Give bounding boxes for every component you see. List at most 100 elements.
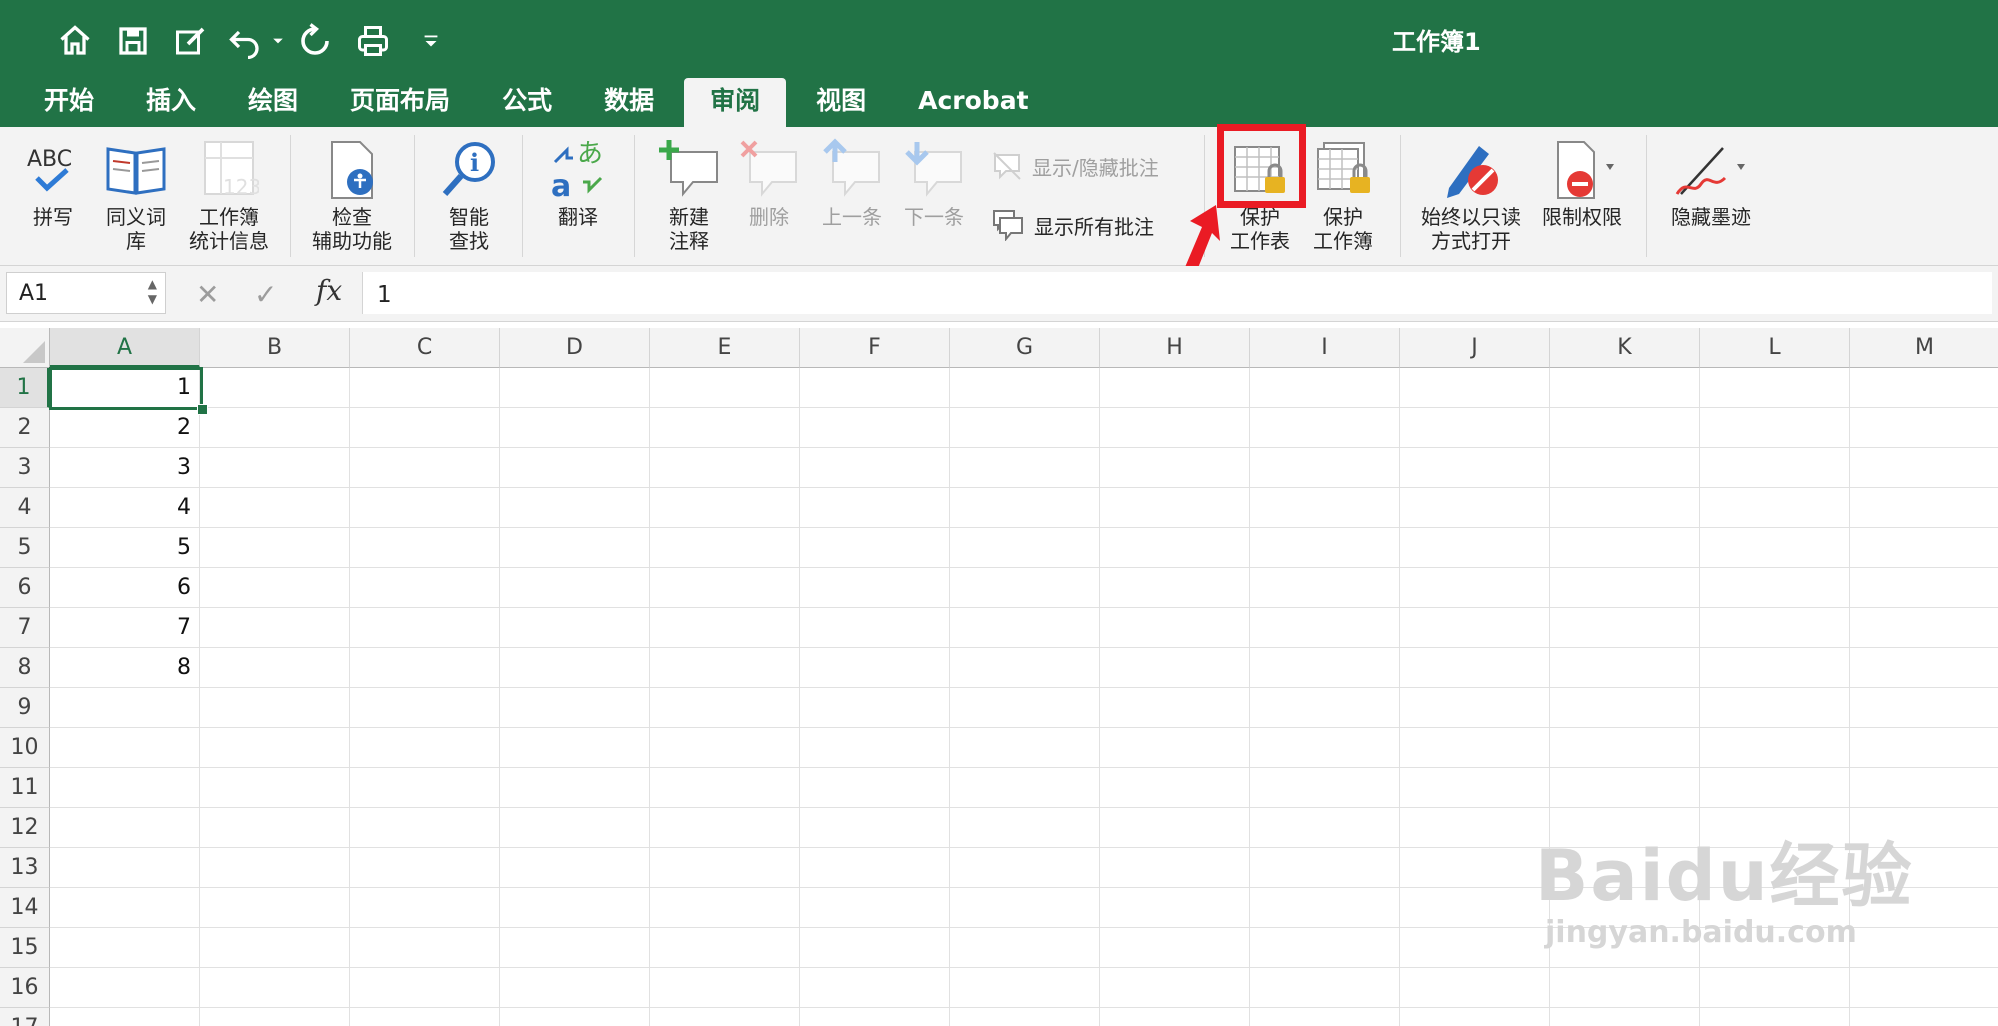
cell-A16[interactable] xyxy=(50,968,200,1008)
select-all-button[interactable] xyxy=(0,328,50,368)
cell-D1[interactable] xyxy=(500,368,650,408)
cell-K11[interactable] xyxy=(1550,768,1700,808)
cell-M7[interactable] xyxy=(1850,608,1998,648)
cell-F2[interactable] xyxy=(800,408,950,448)
cell-E12[interactable] xyxy=(650,808,800,848)
cell-B2[interactable] xyxy=(200,408,350,448)
cell-C10[interactable] xyxy=(350,728,500,768)
cell-C12[interactable] xyxy=(350,808,500,848)
cell-G6[interactable] xyxy=(950,568,1100,608)
cell-E14[interactable] xyxy=(650,888,800,928)
cell-G12[interactable] xyxy=(950,808,1100,848)
cell-H12[interactable] xyxy=(1100,808,1250,848)
cell-A2[interactable]: 2 xyxy=(50,408,200,448)
accessibility-button[interactable]: 检查 辅助功能 xyxy=(306,135,398,253)
cell-I2[interactable] xyxy=(1250,408,1400,448)
cell-L5[interactable] xyxy=(1700,528,1850,568)
column-header[interactable]: A xyxy=(50,328,200,368)
cell-I5[interactable] xyxy=(1250,528,1400,568)
row-header[interactable]: 5 xyxy=(0,528,50,568)
cell-B3[interactable] xyxy=(200,448,350,488)
cell-C16[interactable] xyxy=(350,968,500,1008)
cell-D14[interactable] xyxy=(500,888,650,928)
cell-G16[interactable] xyxy=(950,968,1100,1008)
cell-E4[interactable] xyxy=(650,488,800,528)
cell-I12[interactable] xyxy=(1250,808,1400,848)
row-header[interactable]: 9 xyxy=(0,688,50,728)
chevron-down-icon[interactable] xyxy=(270,18,286,64)
cell-C17[interactable] xyxy=(350,1008,500,1026)
confirm-icon[interactable]: ✓ xyxy=(254,278,277,311)
cell-H14[interactable] xyxy=(1100,888,1250,928)
cell-B15[interactable] xyxy=(200,928,350,968)
cell-A4[interactable]: 4 xyxy=(50,488,200,528)
cell-D6[interactable] xyxy=(500,568,650,608)
cell-B17[interactable] xyxy=(200,1008,350,1026)
cell-C7[interactable] xyxy=(350,608,500,648)
row-header[interactable]: 17 xyxy=(0,1008,50,1026)
cell-G13[interactable] xyxy=(950,848,1100,888)
cell-F1[interactable] xyxy=(800,368,950,408)
cell-A12[interactable] xyxy=(50,808,200,848)
cell-F15[interactable] xyxy=(800,928,950,968)
cell-B12[interactable] xyxy=(200,808,350,848)
cell-K7[interactable] xyxy=(1550,608,1700,648)
cell-B11[interactable] xyxy=(200,768,350,808)
column-header[interactable]: D xyxy=(500,328,650,368)
cell-B1[interactable] xyxy=(200,368,350,408)
cell-J11[interactable] xyxy=(1400,768,1550,808)
cell-C6[interactable] xyxy=(350,568,500,608)
cell-G7[interactable] xyxy=(950,608,1100,648)
cell-A17[interactable] xyxy=(50,1008,200,1026)
row-header[interactable]: 12 xyxy=(0,808,50,848)
row-header[interactable]: 15 xyxy=(0,928,50,968)
cell-L3[interactable] xyxy=(1700,448,1850,488)
cell-F7[interactable] xyxy=(800,608,950,648)
cell-B16[interactable] xyxy=(200,968,350,1008)
cell-C15[interactable] xyxy=(350,928,500,968)
cell-F16[interactable] xyxy=(800,968,950,1008)
cell-K6[interactable] xyxy=(1550,568,1700,608)
cell-H1[interactable] xyxy=(1100,368,1250,408)
cell-H3[interactable] xyxy=(1100,448,1250,488)
cell-B13[interactable] xyxy=(200,848,350,888)
cell-E11[interactable] xyxy=(650,768,800,808)
cell-E15[interactable] xyxy=(650,928,800,968)
cell-E17[interactable] xyxy=(650,1008,800,1026)
cell-D16[interactable] xyxy=(500,968,650,1008)
cell-I14[interactable] xyxy=(1250,888,1400,928)
edit-icon[interactable] xyxy=(162,18,220,64)
row-header[interactable]: 11 xyxy=(0,768,50,808)
cell-A9[interactable] xyxy=(50,688,200,728)
protect-workbook-button[interactable]: 保护 工作簿 xyxy=(1304,135,1382,253)
name-box-spinner-icon[interactable]: ▲ ▼ xyxy=(148,277,157,307)
column-header[interactable]: K xyxy=(1550,328,1700,368)
cell-K10[interactable] xyxy=(1550,728,1700,768)
cell-M1[interactable] xyxy=(1850,368,1998,408)
row-header[interactable]: 10 xyxy=(0,728,50,768)
cell-K4[interactable] xyxy=(1550,488,1700,528)
cell-F6[interactable] xyxy=(800,568,950,608)
cell-J12[interactable] xyxy=(1400,808,1550,848)
cell-I7[interactable] xyxy=(1250,608,1400,648)
cell-G1[interactable] xyxy=(950,368,1100,408)
cell-C4[interactable] xyxy=(350,488,500,528)
cell-C13[interactable] xyxy=(350,848,500,888)
cell-H8[interactable] xyxy=(1100,648,1250,688)
cell-B14[interactable] xyxy=(200,888,350,928)
cell-J1[interactable] xyxy=(1400,368,1550,408)
new-comment-button[interactable]: 新建 注释 xyxy=(650,135,728,253)
cell-F13[interactable] xyxy=(800,848,950,888)
row-header[interactable]: 4 xyxy=(0,488,50,528)
cell-H9[interactable] xyxy=(1100,688,1250,728)
row-header[interactable]: 14 xyxy=(0,888,50,928)
cell-E13[interactable] xyxy=(650,848,800,888)
cell-A15[interactable] xyxy=(50,928,200,968)
cancel-icon[interactable]: ✕ xyxy=(196,278,219,311)
cell-J3[interactable] xyxy=(1400,448,1550,488)
print-icon[interactable] xyxy=(344,18,402,64)
cell-B7[interactable] xyxy=(200,608,350,648)
column-header[interactable]: B xyxy=(200,328,350,368)
column-header[interactable]: G xyxy=(950,328,1100,368)
row-header[interactable]: 3 xyxy=(0,448,50,488)
